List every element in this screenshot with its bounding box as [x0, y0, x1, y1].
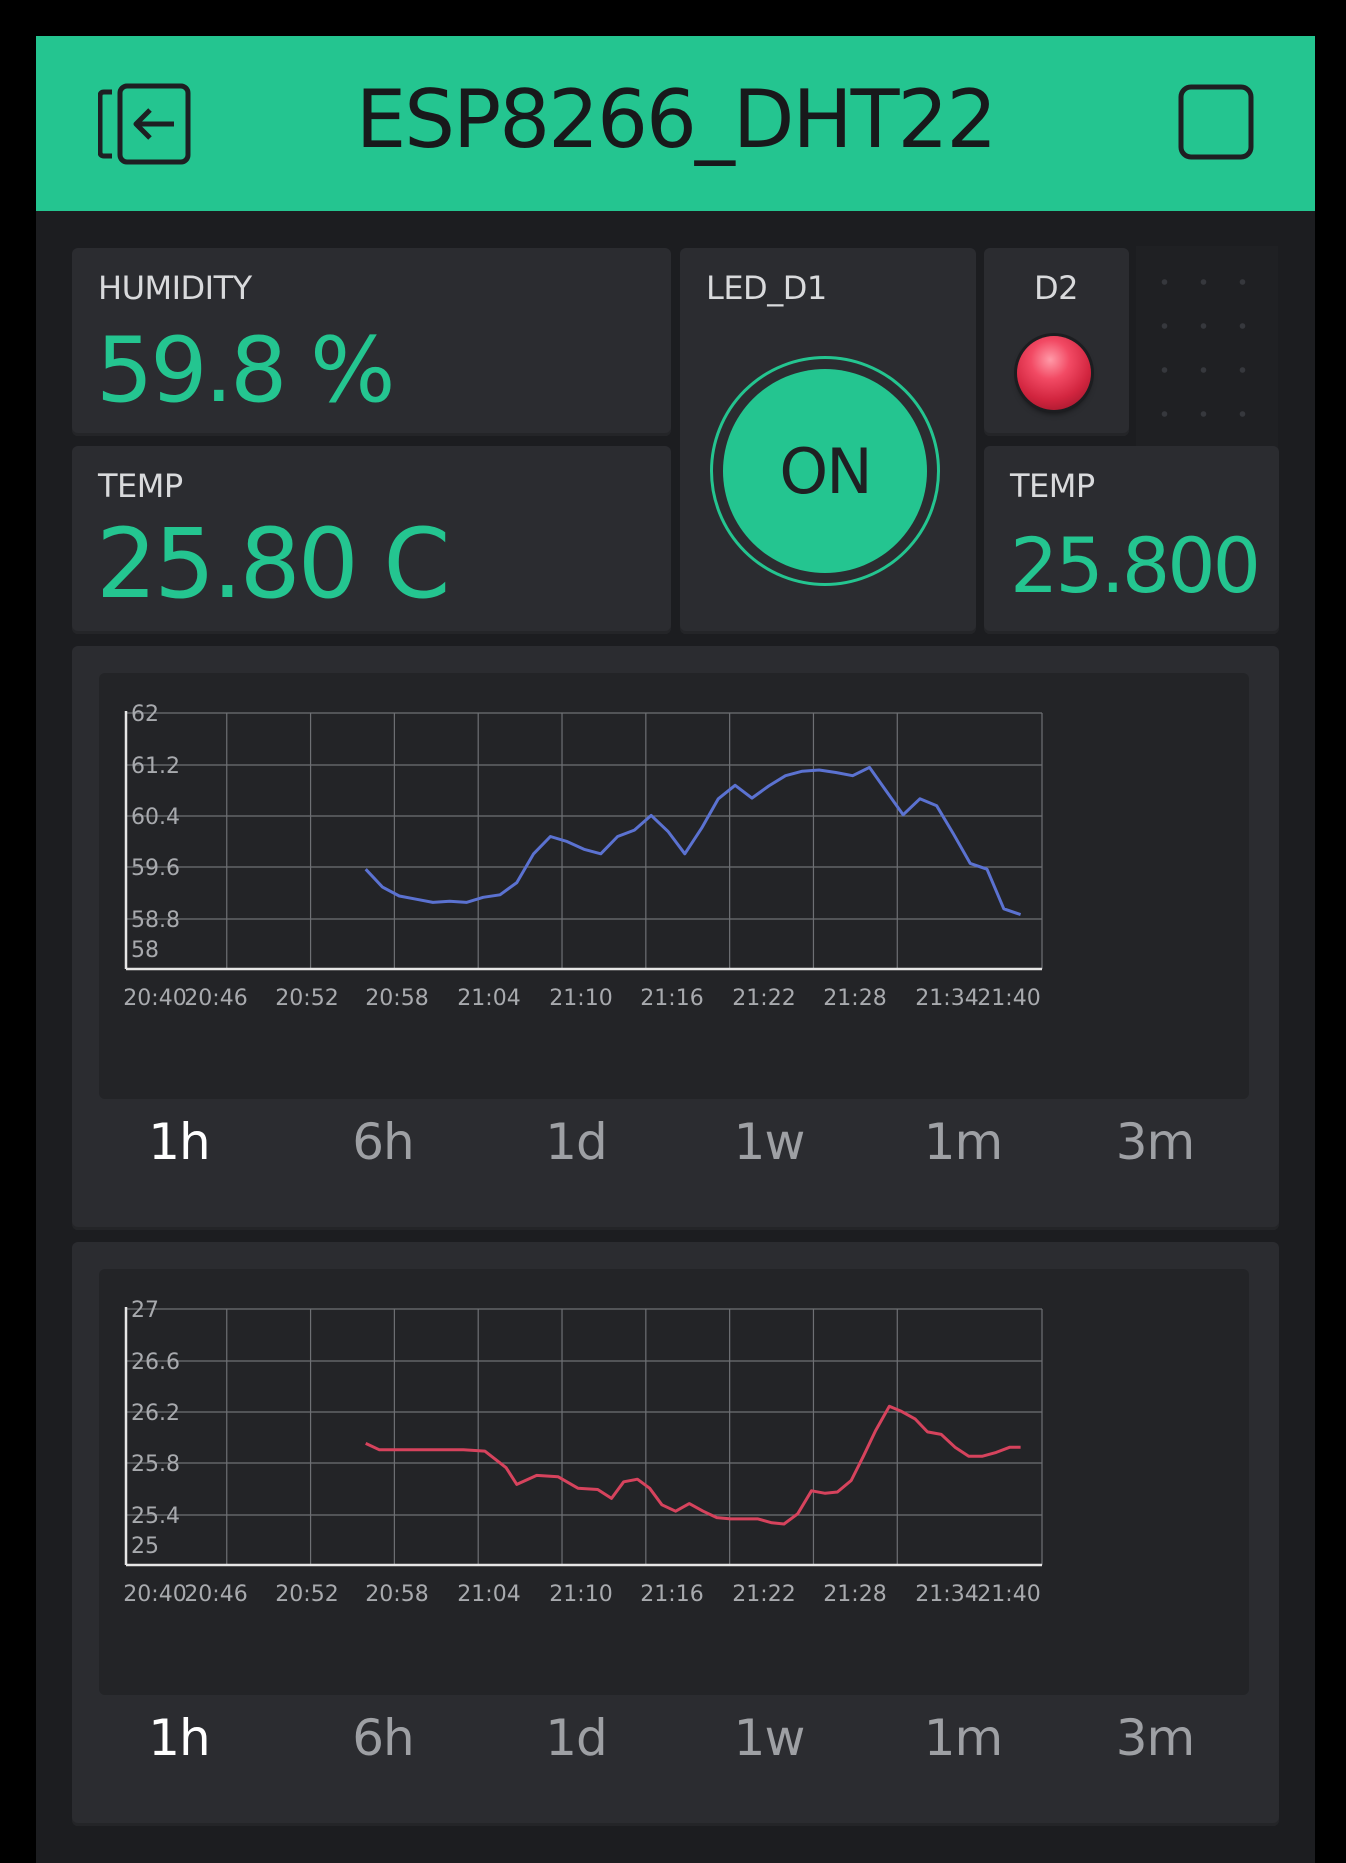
stop-square-icon[interactable] [1178, 84, 1254, 160]
temp-small-label: TEMP [1010, 467, 1095, 505]
x-tick-label: 21:40 [977, 986, 1040, 1011]
period-tab-6h[interactable]: 6h [352, 1708, 415, 1768]
x-tick-label: 20:46 [184, 1582, 247, 1607]
x-tick-label: 20:40 [123, 1582, 186, 1607]
x-tick-label: 21:22 [732, 1582, 795, 1607]
period-tab-6h[interactable]: 6h [352, 1112, 415, 1172]
x-tick-label: 20:52 [275, 1582, 338, 1607]
y-tick-label: 61.2 [131, 754, 180, 779]
humidity-chart[interactable]: 62 61.2 60.4 59.6 58.8 58 20:40 20:46 20:52 20:58… [99, 673, 1249, 1099]
y-tick-label: 25 [131, 1534, 159, 1559]
d2-label: D2 [1034, 269, 1079, 307]
x-tick-label: 21:16 [640, 986, 703, 1011]
humidity-chart-widget: 62 61.2 60.4 59.6 58.8 58 20:40 20:46 20:52 20:58… [72, 646, 1279, 1230]
x-tick-label: 20:40 [123, 986, 186, 1011]
temp-small-value: 25.800 [1010, 521, 1261, 610]
x-tick-label: 20:58 [365, 1582, 428, 1607]
led-indicator [1017, 336, 1091, 410]
period-tab-1m[interactable]: 1m [924, 1112, 1004, 1172]
temp-widget: TEMP 25.80 C [72, 446, 671, 634]
y-tick-label: 58.8 [131, 908, 180, 933]
x-tick-label: 21:40 [977, 1582, 1040, 1607]
led-d1-toggle-button[interactable]: ON [710, 356, 940, 586]
x-tick-label: 21:28 [823, 1582, 886, 1607]
x-tick-label: 21:10 [549, 986, 612, 1011]
project-title: ESP8266_DHT22 [355, 73, 998, 166]
app-screen: ESP8266_DHT22 HUMIDITY 59.8 % TEMP 25.80… [36, 36, 1315, 1863]
humidity-widget: HUMIDITY 59.8 % [72, 248, 671, 436]
humidity-label: HUMIDITY [98, 269, 252, 307]
x-tick-label: 21:16 [640, 1582, 703, 1607]
humidity-chart-svg: 62 61.2 60.4 59.6 58.8 58 20:4020:46 20:52 20:58… [123, 702, 1043, 1011]
x-tick-label: 21:10 [549, 1582, 612, 1607]
y-tick-label: 62 [131, 702, 159, 727]
period-tab-1m[interactable]: 1m [924, 1708, 1004, 1768]
empty-grid-slot [1136, 246, 1278, 452]
x-tick-label: 20:52 [275, 986, 338, 1011]
on-button-label: ON [723, 369, 927, 573]
temperature-period-tabs: 1h 6h 1d 1w 1m 3m [72, 1708, 1279, 1768]
x-tick-label: 21:04 [457, 1582, 520, 1607]
temperature-chart-svg: 27 26.6 26.2 25.8 25.4 25 20:4020:46 20:52 20:58… [123, 1298, 1043, 1607]
temp-small-widget: TEMP 25.800 [984, 446, 1279, 634]
period-tab-1w[interactable]: 1w [734, 1708, 806, 1768]
period-tab-3m[interactable]: 3m [1116, 1708, 1196, 1768]
y-tick-label: 26.2 [131, 1401, 180, 1426]
y-tick-label: 59.6 [131, 856, 180, 881]
x-tick-label: 20:58 [365, 986, 428, 1011]
temp-label: TEMP [98, 467, 183, 505]
humidity-period-tabs: 1h 6h 1d 1w 1m 3m [72, 1112, 1279, 1172]
x-tick-label: 21:34 [915, 986, 978, 1011]
y-tick-label: 60.4 [131, 805, 180, 830]
period-tab-1d[interactable]: 1d [545, 1112, 608, 1172]
app-header: ESP8266_DHT22 [36, 36, 1315, 211]
x-tick-label: 20:46 [184, 986, 247, 1011]
x-tick-label: 21:28 [823, 986, 886, 1011]
x-tick-label: 21:34 [915, 1582, 978, 1607]
x-tick-label: 21:04 [457, 986, 520, 1011]
x-tick-label: 21:22 [732, 986, 795, 1011]
humidity-value: 59.8 % [96, 318, 396, 423]
temperature-chart-widget: 27 26.6 26.2 25.8 25.4 25 20:40 20:46 20:52 20:58… [72, 1242, 1279, 1826]
period-tab-1h[interactable]: 1h [148, 1112, 211, 1172]
led-d1-label: LED_D1 [706, 269, 827, 307]
temperature-chart[interactable]: 27 26.6 26.2 25.8 25.4 25 20:40 20:46 20:52 20:58… [99, 1269, 1249, 1695]
period-tab-3m[interactable]: 3m [1116, 1112, 1196, 1172]
series-line [364, 765, 1022, 917]
y-tick-label: 27 [131, 1298, 159, 1323]
period-tab-1d[interactable]: 1d [545, 1708, 608, 1768]
y-tick-label: 25.8 [131, 1452, 180, 1477]
series-line [365, 1404, 1021, 1526]
period-tab-1w[interactable]: 1w [734, 1112, 806, 1172]
y-tick-label: 26.6 [131, 1350, 180, 1375]
period-tab-1h[interactable]: 1h [148, 1708, 211, 1768]
y-tick-label: 58 [131, 938, 159, 963]
temp-value: 25.80 C [96, 508, 450, 620]
y-tick-label: 25.4 [131, 1504, 180, 1529]
